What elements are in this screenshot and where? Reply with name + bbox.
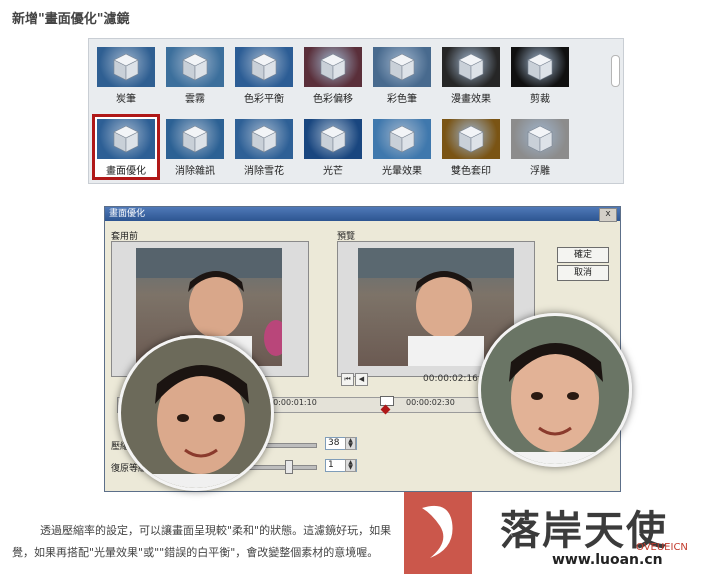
effect-label: 畫面優化 [106, 166, 146, 177]
effect-item[interactable]: 雲霧 [164, 45, 226, 105]
ok-button[interactable]: 確定 [557, 247, 609, 263]
effect-thumbnail [304, 119, 362, 159]
effect-item[interactable]: 光暈效果 [371, 117, 433, 177]
effect-thumbnail [304, 47, 362, 87]
timeline-tick-1: 00:00:01:10 [268, 398, 317, 407]
effect-item[interactable]: 光芒 [302, 117, 364, 177]
effect-label: 色彩偏移 [313, 94, 353, 105]
effect-thumbnail [235, 47, 293, 87]
effect-item[interactable]: 漫畫效果 [440, 45, 502, 105]
effect-item[interactable]: 浮雕 [509, 117, 571, 177]
keyframe-marker-icon[interactable] [380, 404, 391, 415]
watermark-url: www.luoan.cn [552, 552, 663, 568]
gallery-scrollbar[interactable] [610, 41, 620, 179]
cancel-button[interactable]: 取消 [557, 265, 609, 281]
cube-icon [182, 53, 208, 81]
effect-label: 彩色筆 [387, 94, 417, 105]
dialog-title: 畫面優化 [109, 209, 146, 219]
description-line-2: 覺，如果再搭配"光暈效果"或""錯誤的白平衡"，會改變整個素材的意境喔。 [12, 546, 379, 559]
timeline-tick-2: 00:00:02:30 [406, 398, 455, 407]
zoom-circle-after [478, 313, 632, 467]
description-paragraph: 透過壓縮率的設定，可以讓畫面呈現較"柔和"的狀態。這濾鏡好玩，如果 覺，如果再搭… [12, 520, 412, 564]
description-line-1: 透過壓縮率的設定，可以讓畫面呈現較"柔和"的狀態。這濾鏡好玩，如果 [40, 524, 392, 537]
boy-face-zoom-before [121, 338, 271, 488]
boy-face-zoom-after [481, 316, 629, 464]
compress-spin-icon[interactable]: ▲ ▼ [345, 437, 356, 450]
watermark-brand: 落 [500, 508, 542, 554]
dialog-titlebar: 畫面優化 [105, 207, 620, 221]
effect-label: 浮雕 [530, 166, 550, 177]
prev-frame-icon[interactable]: ◀ [355, 373, 368, 386]
effect-item[interactable]: 消除雪花 [233, 117, 295, 177]
effect-thumbnail [442, 119, 500, 159]
effect-item[interactable]: 炭筆 [95, 45, 157, 105]
effect-thumbnail [235, 119, 293, 159]
effect-thumbnail [511, 47, 569, 87]
cube-icon [527, 53, 553, 81]
effect-item[interactable]: 彩色筆 [371, 45, 433, 105]
cube-icon [251, 125, 277, 153]
close-button[interactable]: x [599, 208, 617, 222]
effect-label: 消除雪花 [244, 166, 284, 177]
effect-thumbnail [442, 47, 500, 87]
effect-thumbnail [373, 47, 431, 87]
first-frame-icon[interactable]: ⏮ [341, 373, 354, 386]
cube-icon [113, 53, 139, 81]
effect-item[interactable]: 消除雜訊 [164, 117, 226, 177]
playback-controls: ⏮ ◀ [341, 373, 368, 386]
effect-thumbnail [166, 119, 224, 159]
effect-label: 消除雜訊 [175, 166, 215, 177]
cube-icon [320, 53, 346, 81]
restore-spin-icon[interactable]: ▲ ▼ [345, 459, 356, 472]
effect-thumbnail [166, 47, 224, 87]
cube-icon [320, 125, 346, 153]
timeline-scrubber[interactable] [380, 396, 394, 406]
gallery-scroll-knob[interactable] [611, 55, 620, 87]
effect-label: 炭筆 [116, 94, 136, 105]
effects-gallery: 炭筆 雲霧 色彩平衡 色彩偏移 彩色筆 漫畫效果 剪裁畫面優化 消除雜訊 消除雪花 光芒 光暈效果 雙… [88, 38, 624, 184]
effect-thumbnail [97, 47, 155, 87]
effect-thumbnail [511, 119, 569, 159]
site-watermark: 落岸天使 OVEUEICN www.luoan.cn [404, 492, 696, 574]
cube-icon [182, 125, 208, 153]
cube-icon [113, 125, 139, 153]
cube-icon [458, 125, 484, 153]
cube-icon [389, 125, 415, 153]
page-heading: 新增"畫面優化"濾鏡 [12, 12, 130, 27]
effect-item[interactable]: 色彩偏移 [302, 45, 364, 105]
effect-item[interactable]: 色彩平衡 [233, 45, 295, 105]
cube-icon [527, 125, 553, 153]
effect-item[interactable]: 雙色套印 [440, 117, 502, 177]
cube-icon [458, 53, 484, 81]
effect-label: 光芒 [323, 166, 343, 177]
effect-thumbnail [97, 119, 155, 159]
effect-item[interactable]: 畫面優化 [92, 114, 160, 180]
restore-slider-thumb[interactable] [285, 460, 293, 474]
effect-label: 色彩平衡 [244, 94, 284, 105]
effect-label: 剪裁 [530, 94, 550, 105]
zoom-circle-before [118, 335, 274, 491]
preview-timecode: 00:00:02:16 [423, 374, 478, 384]
effect-item[interactable]: 剪裁 [509, 45, 571, 105]
cube-icon [251, 53, 277, 81]
effect-label: 光暈效果 [382, 166, 422, 177]
effect-label: 雲霧 [185, 94, 205, 105]
effect-thumbnail [373, 119, 431, 159]
effect-label: 雙色套印 [451, 166, 491, 177]
cube-icon [389, 53, 415, 81]
effect-label: 漫畫效果 [451, 94, 491, 105]
